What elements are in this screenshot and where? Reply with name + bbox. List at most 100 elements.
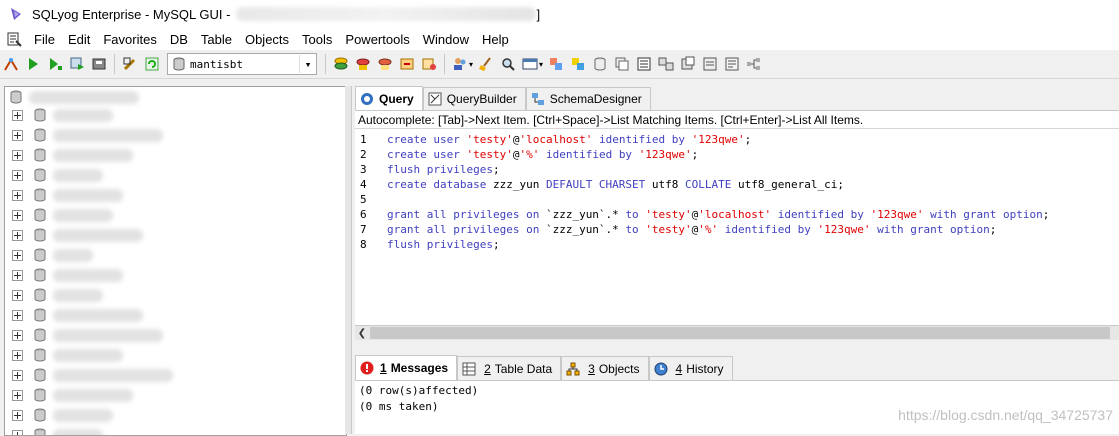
chevron-down-icon[interactable]: ▾ <box>539 60 543 69</box>
compare-button[interactable] <box>657 55 675 73</box>
sql-text: ; <box>990 223 997 236</box>
menu-tools[interactable]: Tools <box>296 32 339 47</box>
tree-item-database[interactable] <box>5 87 346 107</box>
database-select[interactable]: mantisbt ▾ <box>167 53 317 75</box>
menu-powertools[interactable]: Powertools <box>339 32 416 47</box>
code-line[interactable]: 1create user 'testy'@'localhost' identif… <box>355 132 1119 147</box>
menu-objects[interactable]: Objects <box>239 32 296 47</box>
tree-item-database[interactable] <box>5 105 346 125</box>
tree-item-database[interactable] <box>5 385 346 405</box>
expand-icon[interactable] <box>12 230 23 241</box>
code-line[interactable]: 3flush privileges; <box>355 162 1119 177</box>
expand-icon[interactable] <box>12 310 23 321</box>
tab-schemadesigner[interactable]: SchemaDesigner <box>526 87 651 110</box>
execute-edit-button[interactable] <box>68 55 86 73</box>
format-button[interactable] <box>121 55 139 73</box>
tab-history[interactable]: 4 History <box>649 356 733 380</box>
expand-icon[interactable] <box>12 170 23 181</box>
expand-icon[interactable] <box>12 150 23 161</box>
scrollbar-thumb[interactable] <box>370 327 1110 339</box>
code-line[interactable]: 7grant all privileges on `zzz_yun`.* to … <box>355 222 1119 237</box>
expand-icon[interactable] <box>12 370 23 381</box>
tree-item-database[interactable] <box>5 325 346 345</box>
tree-item-database[interactable] <box>5 345 346 365</box>
object-browser[interactable] <box>4 86 347 436</box>
expand-icon[interactable] <box>12 330 23 341</box>
expand-icon[interactable] <box>12 410 23 421</box>
data-sync-button[interactable] <box>569 55 587 73</box>
pane-splitter[interactable] <box>355 340 1119 356</box>
tree-item-database[interactable] <box>5 425 346 436</box>
execute-all-button[interactable] <box>46 55 64 73</box>
menu-help[interactable]: Help <box>476 32 516 47</box>
expand-icon[interactable] <box>12 290 23 301</box>
tree-item-database[interactable] <box>5 245 346 265</box>
tree-item-database[interactable] <box>5 225 346 245</box>
refresh-button[interactable] <box>143 55 161 73</box>
report-button[interactable] <box>723 55 741 73</box>
code-line[interactable]: 5 <box>355 192 1119 207</box>
tree-item-database[interactable] <box>5 265 346 285</box>
code-line[interactable]: 6grant all privileges on `zzz_yun`.* to … <box>355 207 1119 222</box>
menu-edit[interactable]: Edit <box>62 32 97 47</box>
tree-item-database[interactable] <box>5 305 346 325</box>
app-menu-icon[interactable] <box>6 31 22 47</box>
object-browser-scrollbar[interactable] <box>345 86 352 434</box>
import-button[interactable] <box>398 55 416 73</box>
tab-objects[interactable]: 3 Objects <box>561 356 648 380</box>
copy-table-button[interactable] <box>613 55 631 73</box>
expand-icon[interactable] <box>12 270 23 281</box>
table-button[interactable] <box>591 55 609 73</box>
expand-icon[interactable] <box>12 130 23 141</box>
tree-item-database[interactable] <box>5 125 346 145</box>
menu-db[interactable]: DB <box>164 32 195 47</box>
tab-messages[interactable]: 1 Messages <box>355 355 457 380</box>
sql-text: `zzz_yun`.* <box>546 223 625 236</box>
tab-table-data[interactable]: 2 Table Data <box>457 356 561 380</box>
expand-icon[interactable] <box>12 110 23 121</box>
code-line[interactable]: 2create user 'testy'@'%' identified by '… <box>355 147 1119 162</box>
execute-query-button[interactable] <box>24 55 42 73</box>
expand-icon[interactable] <box>12 390 23 401</box>
expand-icon[interactable] <box>12 250 23 261</box>
expand-icon[interactable] <box>12 350 23 361</box>
window-button[interactable] <box>521 55 539 73</box>
tree-item-database[interactable] <box>5 285 346 305</box>
schema-sync-button[interactable] <box>547 55 565 73</box>
user-manager-button[interactable] <box>451 55 469 73</box>
clean-button[interactable] <box>477 55 495 73</box>
restore-db-button[interactable] <box>376 55 394 73</box>
chevron-down-icon[interactable]: ▾ <box>299 55 316 73</box>
query-editor[interactable]: 1create user 'testy'@'localhost' identif… <box>355 128 1119 326</box>
tree-item-database[interactable] <box>5 365 346 385</box>
tree-item-database[interactable] <box>5 145 346 165</box>
tab-querybuilder[interactable]: QueryBuilder <box>423 87 526 110</box>
tree-item-database[interactable] <box>5 165 346 185</box>
tree-item-database[interactable] <box>5 405 346 425</box>
menu-window[interactable]: Window <box>417 32 476 47</box>
tree-item-database[interactable] <box>5 205 346 225</box>
backup-db-button[interactable] <box>354 55 372 73</box>
editor-horizontal-scrollbar[interactable]: ❮ <box>355 325 1119 340</box>
menu-favorites[interactable]: Favorites <box>97 32 163 47</box>
new-connection-button[interactable] <box>2 55 20 73</box>
tree-item-database[interactable] <box>5 185 346 205</box>
expand-icon[interactable] <box>12 210 23 221</box>
expand-icon[interactable] <box>12 430 23 436</box>
find-button[interactable] <box>499 55 517 73</box>
code-line[interactable]: 4create database zzz_yun DEFAULT CHARSET… <box>355 177 1119 192</box>
tab-query[interactable]: Query <box>355 86 423 110</box>
scroll-left-icon[interactable]: ❮ <box>355 328 369 339</box>
menu-table[interactable]: Table <box>195 32 239 47</box>
chevron-down-icon[interactable]: ▾ <box>469 60 473 69</box>
expand-icon[interactable] <box>12 190 23 201</box>
menu-file[interactable]: File <box>28 32 62 47</box>
code-line[interactable]: 8flush privileges; <box>355 237 1119 252</box>
tree-button[interactable] <box>745 55 763 73</box>
export-button[interactable] <box>420 55 438 73</box>
query-profiler-button[interactable] <box>679 55 697 73</box>
create-db-button[interactable] <box>332 55 350 73</box>
scheduled-jobs-button[interactable] <box>701 55 719 73</box>
schema-button[interactable] <box>635 55 653 73</box>
stop-button[interactable] <box>90 55 108 73</box>
